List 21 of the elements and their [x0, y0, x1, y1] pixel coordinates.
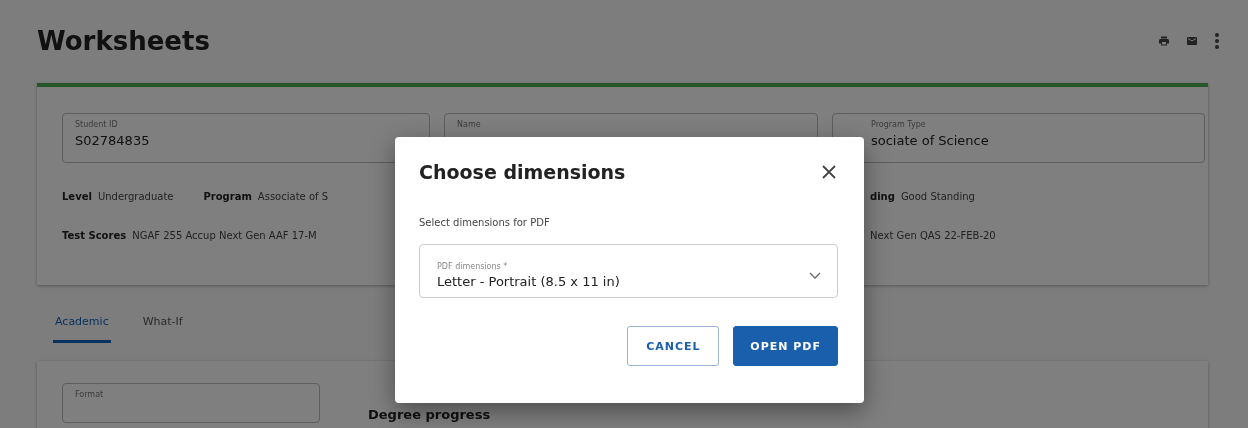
- read-only-field: Program Type sociate of Science: [832, 113, 1205, 163]
- summary-detail: Program Associate of S: [203, 191, 329, 202]
- open-pdf-button[interactable]: OPEN PDF: [733, 326, 838, 366]
- more-menu-icon[interactable]: [1214, 32, 1220, 50]
- summary-detail: Next Gen QAS 22-FEB-20: [870, 230, 996, 241]
- mail-icon[interactable]: [1186, 35, 1198, 47]
- read-only-field: Student ID S02784835: [62, 113, 430, 163]
- close-icon: [822, 165, 836, 179]
- tab[interactable]: What-If: [140, 305, 185, 343]
- cancel-button[interactable]: CANCEL: [627, 326, 720, 366]
- dialog-title: Choose dimensions: [419, 161, 626, 183]
- close-button[interactable]: [820, 163, 838, 181]
- dialog-description: Select dimensions for PDF: [419, 217, 551, 228]
- summary-detail: ding Good Standing: [870, 191, 975, 202]
- print-icon[interactable]: [1158, 35, 1170, 47]
- pdf-dimensions-select[interactable]: PDF dimensions * Letter - Portrait (8.5 x 11 in): [419, 244, 838, 298]
- chevron-down-icon: [809, 271, 821, 279]
- summary-detail: Level Undergraduate: [62, 191, 174, 202]
- summary-detail: Test Scores NGAF 255 Accup Next Gen AAF 17-M: [62, 230, 317, 241]
- section-heading: Degree progress: [368, 407, 491, 424]
- page-title: Worksheets: [37, 26, 210, 56]
